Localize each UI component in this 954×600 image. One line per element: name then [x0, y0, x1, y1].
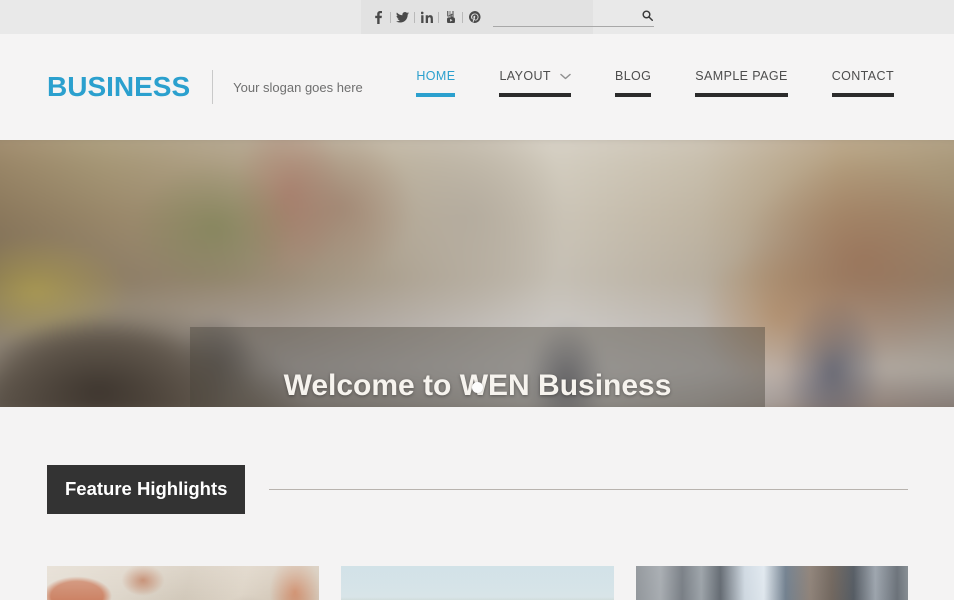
feature-card-1[interactable] — [47, 565, 320, 600]
linkedin-icon[interactable] — [419, 7, 434, 27]
slider-pagination — [0, 382, 954, 393]
social-links — [371, 0, 482, 34]
search-input[interactable] — [493, 8, 639, 25]
top-bar — [0, 0, 954, 34]
main-content: Feature Highlights — [0, 407, 954, 600]
search-button[interactable] — [639, 9, 654, 24]
social-divider — [438, 11, 439, 23]
section-rule — [269, 488, 908, 490]
nav-item-layout[interactable]: LAYOUT — [485, 67, 585, 97]
site-header: BUSINESS Your slogan goes here HOME LAYO… — [0, 34, 954, 140]
facebook-icon[interactable] — [371, 7, 386, 27]
site-logo[interactable]: BUSINESS — [47, 73, 190, 101]
nav-label: SAMPLE PAGE — [695, 68, 788, 83]
youtube-icon[interactable] — [443, 7, 458, 27]
feature-image-2[interactable] — [341, 565, 614, 600]
social-divider — [462, 11, 463, 23]
nav-underline — [499, 93, 571, 97]
nav-underline — [614, 93, 652, 97]
image-shade — [635, 565, 908, 600]
social-divider — [414, 11, 415, 23]
search-box[interactable] — [493, 8, 654, 27]
slider-dot-1[interactable] — [471, 382, 483, 393]
nav-underline — [695, 93, 788, 97]
feature-card-3[interactable] — [635, 565, 908, 600]
pinterest-icon[interactable] — [467, 7, 482, 27]
feature-list — [47, 565, 908, 600]
feature-image-3[interactable] — [635, 565, 908, 600]
nav-underline — [416, 93, 456, 97]
brand: BUSINESS Your slogan goes here — [47, 67, 363, 107]
feature-card-2[interactable] — [341, 565, 614, 600]
feature-highlights-header: Feature Highlights — [47, 407, 908, 514]
nav-item-contact[interactable]: CONTACT — [818, 67, 908, 97]
nav-label: CONTACT — [831, 68, 894, 83]
twitter-icon[interactable] — [395, 7, 410, 27]
nav-item-blog[interactable]: BLOG — [601, 67, 665, 97]
social-divider — [390, 11, 391, 23]
top-bar-inner — [361, 0, 654, 34]
nav-label-wrap: LAYOUT — [499, 67, 571, 84]
nav-underline — [831, 93, 894, 97]
primary-navigation: HOME LAYOUT BLOG SAMPLE PAGE CONTACT — [402, 67, 908, 107]
nav-item-home[interactable]: HOME — [402, 67, 469, 97]
hero-caption-box: Welcome to WEN Business The quick, brown… — [190, 327, 765, 407]
site-slogan: Your slogan goes here — [233, 79, 363, 95]
hero-slider: Welcome to WEN Business The quick, brown… — [0, 140, 954, 407]
nav-label: BLOG — [614, 68, 652, 83]
chevron-down-icon — [560, 69, 571, 83]
section-title: Feature Highlights — [47, 465, 246, 514]
nav-label: HOME — [416, 68, 456, 83]
image-shade — [341, 565, 614, 600]
nav-label: LAYOUT — [499, 68, 551, 83]
nav-item-sample-page[interactable]: SAMPLE PAGE — [681, 67, 801, 97]
brand-divider — [212, 70, 214, 104]
image-shade — [47, 565, 320, 600]
search-icon — [642, 9, 653, 24]
feature-image-1[interactable] — [47, 565, 320, 600]
